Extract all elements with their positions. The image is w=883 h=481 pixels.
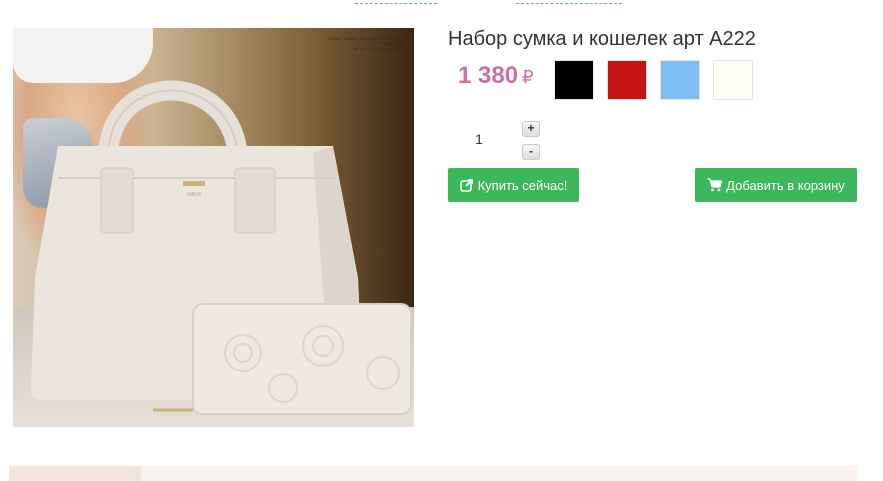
product-page: URBAN WOMEN ELEGANCE CLOTHES ESSENTIALS …: [0, 0, 883, 481]
quantity-input[interactable]: 1: [468, 131, 490, 147]
add-to-cart-button[interactable]: Добавить в корзину: [695, 168, 857, 202]
product-tabs-bar: [9, 466, 857, 481]
product-title: Набор сумка и кошелек арт A222: [448, 28, 756, 50]
svg-text:EMPOS: EMPOS: [187, 192, 202, 197]
product-price: 1 380 ₽: [458, 62, 534, 90]
product-image[interactable]: URBAN WOMEN ELEGANCE CLOTHES ESSENTIALS …: [13, 28, 414, 427]
add-to-cart-label: Добавить в корзину: [726, 177, 845, 193]
quantity-increase-button[interactable]: +: [522, 121, 540, 137]
quantity-decrease-button[interactable]: -: [522, 144, 540, 160]
color-swatch-ivory[interactable]: [713, 60, 753, 100]
color-swatch-light-blue[interactable]: [660, 60, 700, 100]
currency-symbol: ₽: [522, 67, 534, 87]
shopping-cart-icon: [707, 178, 723, 192]
top-nav-link[interactable]: [516, 0, 622, 4]
price-value: 1 380: [458, 62, 519, 89]
top-nav-link[interactable]: [355, 0, 437, 4]
color-swatch-red[interactable]: [607, 60, 647, 100]
buy-now-button[interactable]: Купить сейчас!: [448, 168, 579, 202]
bag-illustration: EMPOS: [30, 80, 412, 415]
share-arrow-icon: [459, 178, 474, 192]
buy-now-label: Купить сейчас!: [477, 177, 568, 193]
color-swatch-black[interactable]: [554, 60, 594, 100]
tab-description[interactable]: [9, 466, 141, 481]
